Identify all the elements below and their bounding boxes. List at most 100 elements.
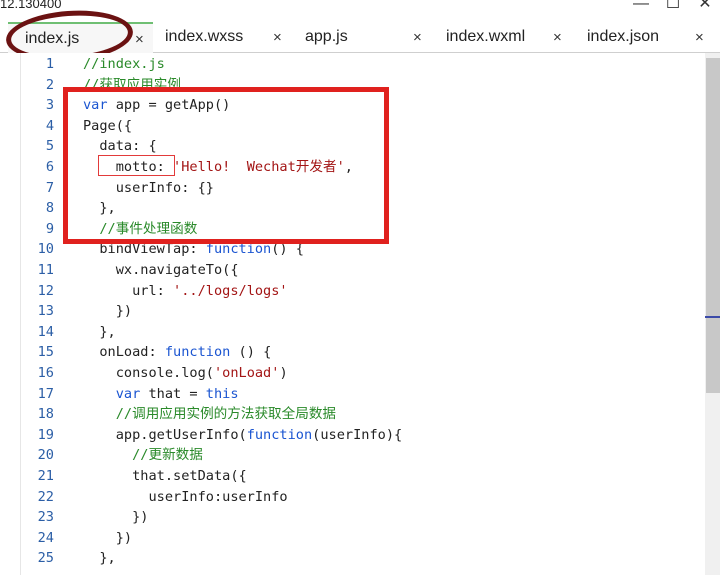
code-line[interactable]: 16 console.log('onLoad') — [0, 363, 705, 384]
line-number: 24 — [37, 529, 54, 546]
code-text: app.getUserInfo(function(userInfo){ — [83, 425, 402, 446]
tab-index-json[interactable]: index.json × — [573, 22, 713, 52]
code-line[interactable]: 17 var that = this — [0, 384, 705, 405]
code-text: //调用应用实例的方法获取全局数据 — [83, 404, 336, 425]
code-text: }, — [83, 548, 116, 569]
line-number: 14 — [37, 323, 54, 340]
close-window-icon[interactable]: ✕ — [696, 0, 714, 12]
code-token: function — [246, 426, 313, 443]
code-line[interactable]: 13 }) — [0, 301, 705, 322]
code-line[interactable]: 11 wx.navigateTo({ — [0, 260, 705, 281]
line-number: 19 — [37, 426, 54, 443]
code-text: }, — [83, 322, 116, 343]
line-number: 16 — [37, 365, 54, 381]
line-number: 15 — [37, 344, 54, 361]
line-number: 4 — [45, 117, 54, 134]
code-token: //调用应用实例的方法获取全局数据 — [83, 406, 337, 423]
code-text: console.log('onLoad') — [83, 363, 288, 384]
maximize-icon[interactable]: ☐ — [664, 0, 682, 12]
line-number: 3 — [45, 97, 54, 114]
code-text: var that = this — [83, 384, 239, 405]
highlight-box-motto-key — [98, 155, 175, 176]
code-token: 'onLoad' — [213, 365, 280, 381]
code-token: onLoad: — [83, 344, 165, 361]
code-token: }) — [83, 509, 149, 526]
code-token: }, — [83, 550, 116, 567]
code-token: userInfo:userInfo — [83, 488, 288, 505]
code-token: console.log( — [83, 365, 214, 381]
code-line[interactable]: 1 //index.js — [0, 54, 705, 75]
line-number: 25 — [37, 550, 54, 567]
window-controls: — ☐ ✕ — [632, 0, 714, 12]
code-token: ) — [279, 365, 288, 381]
tab-close-icon[interactable]: × — [695, 29, 704, 46]
line-number: 17 — [37, 385, 54, 402]
code-text: onLoad: function () { — [83, 342, 271, 363]
tab-label: index.wxml — [446, 28, 526, 45]
line-number: 8 — [45, 200, 54, 217]
tab-label: index.json — [587, 28, 660, 45]
code-token: }) — [83, 529, 133, 546]
code-token: function — [164, 344, 231, 361]
code-line[interactable]: 21 that.setData({ — [0, 466, 705, 487]
code-token: app.getUserInfo( — [83, 426, 247, 443]
line-number: 11 — [37, 262, 54, 278]
line-number: 2 — [45, 76, 54, 93]
code-line[interactable]: 19 app.getUserInfo(function(userInfo){ — [0, 425, 705, 446]
code-line[interactable]: 24 }) — [0, 528, 705, 549]
scrollbar-position-marker — [705, 316, 720, 318]
window-title: 12.130400 — [0, 0, 62, 11]
line-number: 5 — [45, 138, 54, 155]
tab-close-icon[interactable]: × — [273, 29, 282, 46]
code-line[interactable]: 12 url: '../logs/logs' — [0, 281, 705, 302]
line-number: 18 — [37, 406, 54, 423]
code-text: //更新数据 — [83, 445, 203, 466]
tab-index-wxml[interactable]: index.wxml × — [433, 22, 573, 52]
code-text: }) — [83, 528, 132, 549]
line-number: 1 — [45, 56, 54, 72]
code-token: that.setData({ — [83, 468, 247, 484]
code-line[interactable]: 15 onLoad: function () { — [0, 342, 705, 363]
code-text: }) — [83, 507, 148, 528]
scrollbar-thumb[interactable] — [706, 58, 720, 393]
tab-label: app.js — [305, 28, 348, 45]
code-token: //更新数据 — [83, 447, 203, 464]
code-text: //index.js — [83, 54, 165, 75]
code-text: that.setData({ — [83, 466, 247, 487]
code-line[interactable]: 14 }, — [0, 322, 705, 343]
line-number: 20 — [37, 447, 54, 464]
line-number: 23 — [37, 509, 54, 526]
tab-close-icon[interactable]: × — [553, 29, 562, 46]
code-text: wx.navigateTo({ — [83, 260, 239, 281]
code-line[interactable]: 22 userInfo:userInfo — [0, 487, 705, 508]
code-token: wx.navigateTo({ — [83, 262, 239, 278]
code-token: '../logs/logs' — [173, 282, 288, 299]
line-number: 22 — [37, 488, 54, 505]
code-token: that = — [140, 385, 206, 402]
code-token: (userInfo){ — [312, 426, 403, 443]
code-token: () { — [230, 344, 272, 361]
code-token: this — [205, 385, 239, 402]
line-number: 7 — [45, 179, 54, 196]
code-token: }) — [83, 303, 133, 320]
line-number: 9 — [45, 220, 54, 237]
tab-index-wxss[interactable]: index.wxss × — [153, 22, 293, 52]
code-line[interactable]: 23 }) — [0, 507, 705, 528]
minimize-icon[interactable]: — — [632, 0, 650, 12]
line-number: 21 — [37, 468, 54, 484]
tab-close-icon[interactable]: × — [135, 31, 144, 48]
tab-close-icon[interactable]: × — [413, 29, 422, 46]
line-number: 13 — [37, 303, 54, 320]
code-text: userInfo:userInfo — [83, 487, 288, 508]
code-token: //index.js — [83, 56, 165, 72]
code-line[interactable]: 18 //调用应用实例的方法获取全局数据 — [0, 404, 705, 425]
code-token: }, — [83, 323, 116, 340]
code-line[interactable]: 20 //更新数据 — [0, 445, 705, 466]
code-text: url: '../logs/logs' — [83, 281, 288, 302]
code-token: url: — [83, 282, 174, 299]
code-line[interactable]: 25 }, — [0, 548, 705, 569]
code-token: var — [83, 385, 141, 402]
tab-label: index.wxss — [165, 28, 244, 45]
tab-app-js[interactable]: app.js × — [293, 22, 433, 52]
line-number: 6 — [45, 159, 54, 175]
